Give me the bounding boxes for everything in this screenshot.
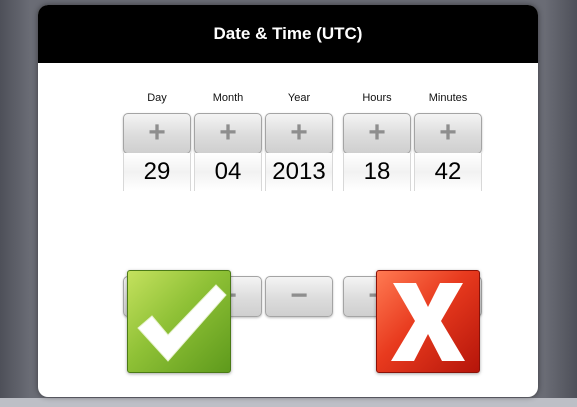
day-increment-button[interactable]: + — [123, 113, 191, 154]
year-value: 2013 — [265, 153, 333, 191]
plus-icon: + — [290, 116, 308, 149]
hours-increment-button[interactable]: + — [343, 113, 411, 154]
year-label: Year — [287, 92, 311, 104]
plus-icon: + — [219, 116, 237, 149]
plus-icon: + — [368, 116, 386, 149]
minus-icon: − — [290, 279, 308, 312]
minutes-increment-button[interactable]: + — [414, 113, 482, 154]
day-label: Day — [147, 92, 167, 104]
cancel-button[interactable] — [376, 270, 480, 373]
minutes-label: Minutes — [428, 92, 468, 104]
hours-label: Hours — [362, 92, 392, 104]
month-increment-button[interactable]: + — [194, 113, 262, 154]
checkmark-icon — [137, 284, 227, 362]
year-decrement-button[interactable]: − — [265, 276, 333, 317]
hours-value: 18 — [343, 153, 411, 191]
plus-icon: + — [439, 116, 457, 149]
year-increment-button[interactable]: + — [265, 113, 333, 154]
month-value: 04 — [194, 153, 262, 191]
x-icon — [391, 283, 465, 361]
confirm-button[interactable] — [127, 270, 231, 373]
plus-icon: + — [148, 116, 166, 149]
date-time-dialog: Date & Time (UTC) Day + 29 − Month + 04 … — [38, 5, 538, 397]
minutes-value: 42 — [414, 153, 482, 191]
bottom-strip — [0, 398, 577, 407]
day-value: 29 — [123, 153, 191, 191]
month-label: Month — [212, 92, 244, 104]
dialog-title: Date & Time (UTC) — [38, 5, 538, 63]
